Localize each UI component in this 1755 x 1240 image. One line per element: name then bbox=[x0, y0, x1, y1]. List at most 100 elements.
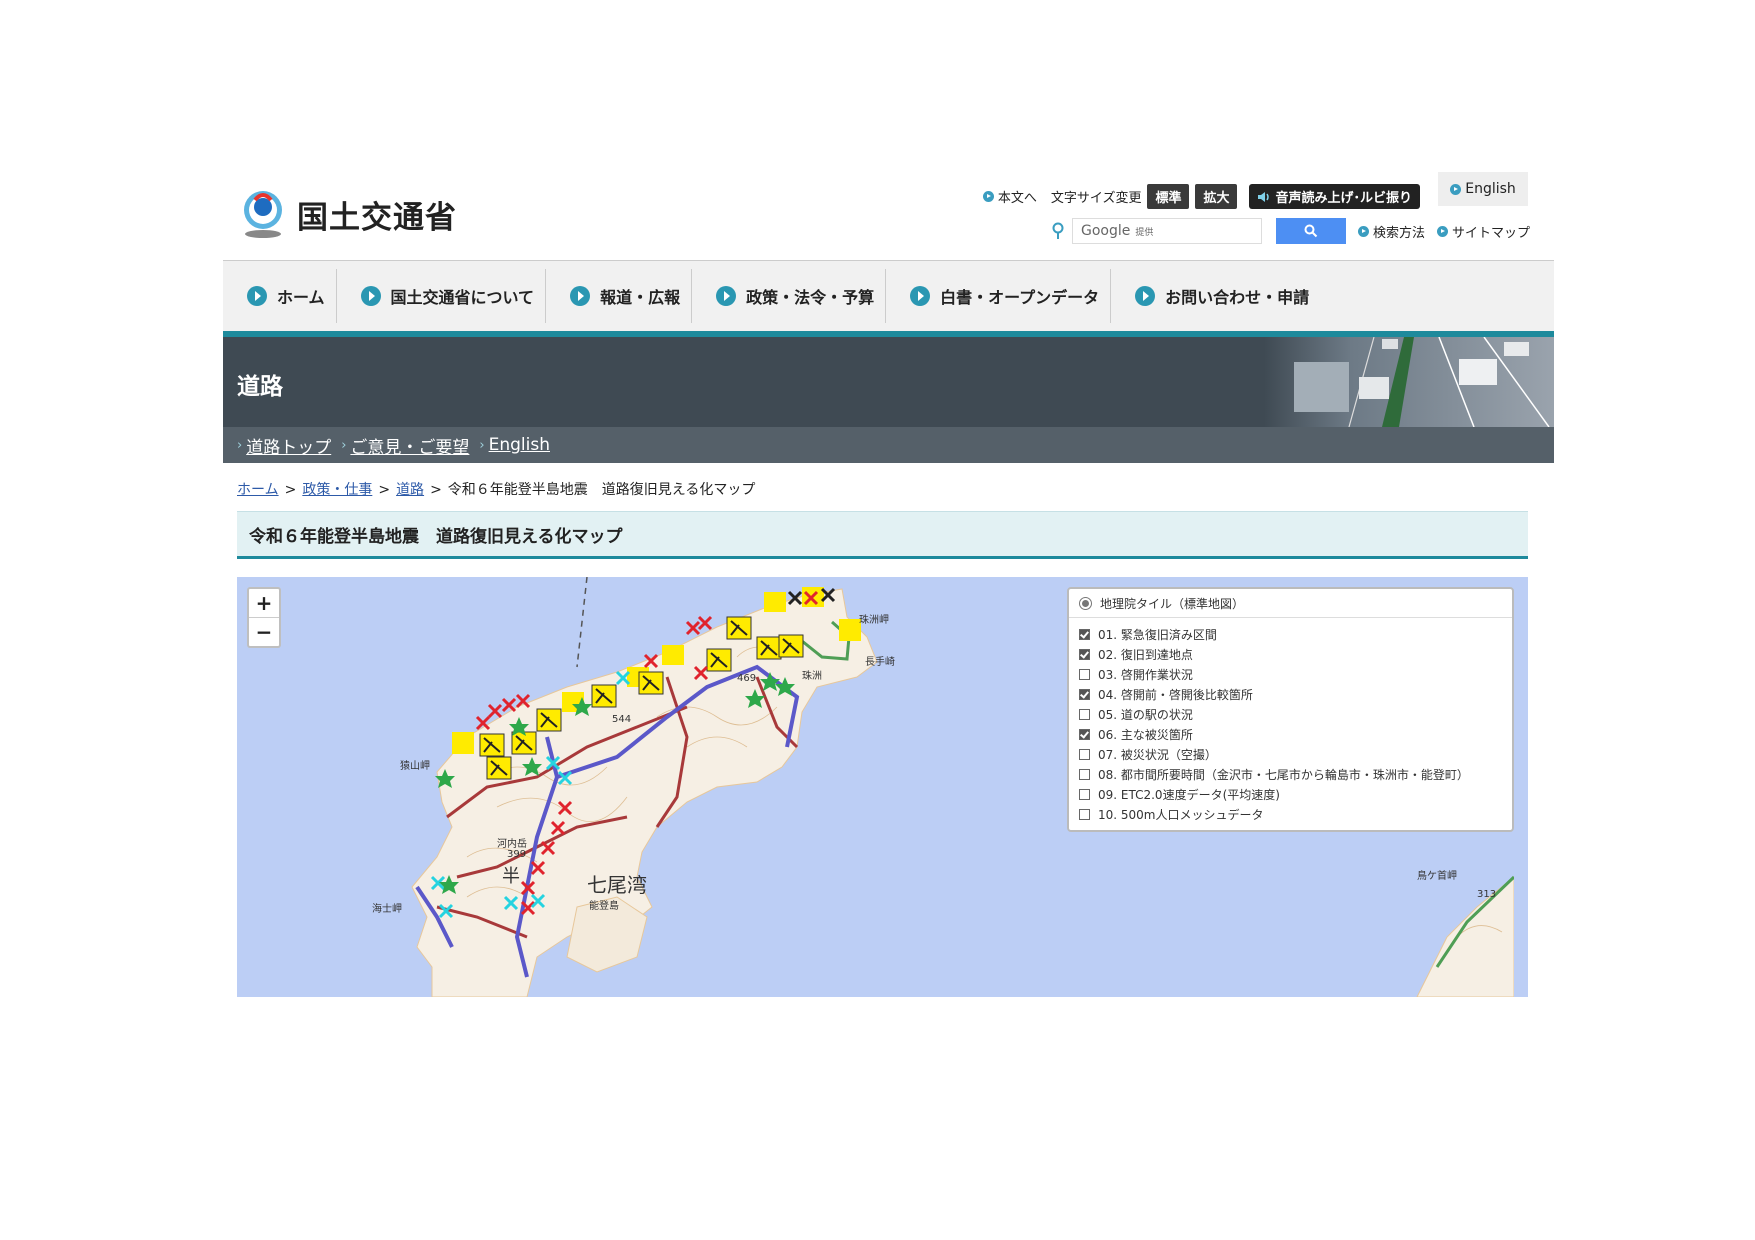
layer-item[interactable]: 06. 主な被災箇所 bbox=[1069, 724, 1512, 744]
map-label-saruyama-cape: 猿山岬 bbox=[400, 761, 430, 772]
restoration-marker bbox=[706, 648, 732, 672]
arrow-circle-icon bbox=[1357, 225, 1369, 237]
nav-item-press[interactable]: 報道・広報 bbox=[546, 269, 693, 323]
subnav-feedback[interactable]: ご意見・ご要望 bbox=[350, 433, 469, 458]
mlit-logo-icon bbox=[244, 191, 282, 238]
layer-checkbox[interactable] bbox=[1079, 768, 1090, 780]
layer-checkbox[interactable] bbox=[1079, 648, 1090, 660]
layer-checkbox[interactable] bbox=[1079, 728, 1090, 740]
map-label-suzu: 珠洲 bbox=[802, 671, 822, 682]
zoom-out-button[interactable]: − bbox=[249, 618, 279, 646]
map-label-elev-469: 469 bbox=[737, 673, 757, 684]
search-help-link[interactable]: 検索方法 bbox=[1357, 222, 1425, 241]
nav-item-whitepaper[interactable]: 白書・オープンデータ bbox=[886, 269, 1112, 323]
restoration-marker bbox=[486, 756, 512, 780]
chevron-right-icon: › bbox=[237, 437, 243, 453]
voice-reading-button[interactable]: 音声読み上げ･ルビ振り bbox=[1249, 184, 1420, 209]
search-input[interactable]: Google 提供 bbox=[1071, 218, 1262, 244]
layer-checkbox[interactable] bbox=[1079, 628, 1090, 640]
layer-item[interactable]: 02. 復旧到達地点 bbox=[1069, 644, 1512, 664]
base-layer-label: 地理院タイル（標準地図） bbox=[1100, 596, 1245, 611]
subnav-road-top[interactable]: 道路トップ bbox=[246, 433, 331, 458]
layer-item[interactable]: 01. 緊急復旧済み区間 bbox=[1069, 624, 1512, 644]
overlay-layer-list: 01. 緊急復旧済み区間 02. 復旧到達地点 03. 啓開作業状況 04. 啓… bbox=[1069, 618, 1512, 824]
layer-label: 10. 500m人口メッシュデータ bbox=[1098, 807, 1264, 822]
font-size-label: 文字サイズ変更 bbox=[1050, 191, 1142, 206]
map-label-nagate-cape: 長手崎 bbox=[865, 657, 895, 668]
breadcrumb-home[interactable]: ホーム bbox=[237, 482, 279, 498]
restoration-marker bbox=[452, 732, 474, 754]
layer-label: 03. 啓開作業状況 bbox=[1098, 667, 1193, 682]
road-recovery-map[interactable]: 珠洲岬 長手崎 珠洲 猿山岬 河内岳 399 海士岬 七尾湾 能登島 半 鳥ケ首… bbox=[237, 577, 1528, 997]
map-label-nanao-bay: 七尾湾 bbox=[587, 873, 647, 897]
search-button[interactable] bbox=[1275, 218, 1346, 244]
font-large-button[interactable]: 拡大 bbox=[1195, 184, 1238, 209]
restoration-marker bbox=[756, 636, 782, 660]
layer-checkbox[interactable] bbox=[1079, 688, 1090, 700]
layer-item[interactable]: 03. 啓開作業状況 bbox=[1069, 664, 1512, 684]
nav-item-contact[interactable]: お問い合わせ・申請 bbox=[1111, 269, 1320, 323]
restoration-marker bbox=[479, 733, 505, 757]
pin-icon bbox=[1052, 222, 1064, 239]
layer-item[interactable]: 05. 道の駅の状況 bbox=[1069, 704, 1512, 724]
breadcrumb: ホーム > 政策・仕事 > 道路 > 令和６年能登半島地震 道路復旧見える化マップ bbox=[237, 479, 1554, 499]
highway-photo bbox=[1264, 337, 1554, 427]
arrow-circle-icon bbox=[982, 191, 994, 202]
breadcrumb-policy[interactable]: 政策・仕事 bbox=[302, 482, 372, 498]
layer-label: 05. 道の駅の状況 bbox=[1098, 707, 1193, 722]
english-link[interactable]: English bbox=[1438, 172, 1528, 206]
nav-item-home[interactable]: ホーム bbox=[223, 269, 337, 323]
toyama-coast-land bbox=[1416, 876, 1514, 997]
damage-cross bbox=[501, 697, 517, 713]
subnav-english[interactable]: English bbox=[489, 435, 550, 455]
base-layer-option[interactable]: 地理院タイル（標準地図） bbox=[1069, 589, 1512, 618]
nav-item-about[interactable]: 国土交通省について bbox=[337, 269, 547, 323]
map-label-umishi-cape: 海士岬 bbox=[372, 904, 402, 915]
layer-item[interactable]: 04. 啓開前・啓開後比較箇所 bbox=[1069, 684, 1512, 704]
sitemap-link[interactable]: サイトマップ bbox=[1436, 222, 1530, 241]
radio-selected[interactable] bbox=[1079, 596, 1092, 610]
layer-checkbox[interactable] bbox=[1079, 808, 1090, 820]
layer-checkbox[interactable] bbox=[1079, 788, 1090, 800]
nav-label: 政策・法令・予算 bbox=[746, 288, 875, 307]
layer-checkbox[interactable] bbox=[1079, 748, 1090, 760]
restoration-marker bbox=[638, 671, 664, 695]
layer-label: 08. 都市間所要時間（金沢市・七尾市から輪島市・珠洲市・能登町） bbox=[1098, 767, 1469, 782]
restoration-marker bbox=[591, 684, 617, 708]
breadcrumb-separator: > bbox=[430, 482, 442, 498]
skip-to-content-link[interactable]: 本文へ bbox=[982, 187, 1037, 206]
chevron-right-icon: › bbox=[341, 437, 347, 453]
map-label-suzu-cape: 珠洲岬 bbox=[859, 615, 889, 626]
search-placeholder: Google bbox=[1080, 223, 1131, 239]
damage-cross bbox=[685, 620, 701, 636]
arrow-circle-icon bbox=[716, 286, 737, 306]
mlit-logo[interactable]: 国土交通省 bbox=[237, 188, 457, 240]
zoom-in-button[interactable]: + bbox=[249, 589, 279, 618]
map-label-notojima: 能登島 bbox=[589, 901, 619, 912]
section-banner: 道路 bbox=[223, 337, 1554, 427]
breadcrumb-road[interactable]: 道路 bbox=[396, 482, 424, 498]
nav-label: 白書・オープンデータ bbox=[940, 288, 1100, 307]
layer-item[interactable]: 07. 被災状況（空撮） bbox=[1069, 744, 1512, 764]
layer-item[interactable]: 10. 500m人口メッシュデータ bbox=[1069, 804, 1512, 824]
restoration-marker bbox=[726, 616, 752, 640]
layer-label: 04. 啓開前・啓開後比較箇所 bbox=[1098, 687, 1253, 702]
restoration-marker bbox=[839, 619, 861, 641]
search-icon bbox=[1304, 224, 1318, 238]
layer-item[interactable]: 08. 都市間所要時間（金沢市・七尾市から輪島市・珠洲市・能登町） bbox=[1069, 764, 1512, 784]
site-header: 国土交通省 本文へ 文字サイズ変更 標準 拡大 音声読み上げ･ルビ振り Engl… bbox=[223, 172, 1554, 260]
chevron-right-icon: › bbox=[479, 437, 485, 453]
damage-cross bbox=[487, 703, 503, 719]
layer-checkbox[interactable] bbox=[1079, 708, 1090, 720]
search-bar: Google 提供 検索方法 サイトマップ bbox=[1052, 218, 1530, 244]
zoom-control: + − bbox=[247, 587, 281, 648]
arrow-circle-icon bbox=[1436, 225, 1448, 237]
map-label-kawachi: 河内岳 bbox=[497, 839, 527, 850]
layer-item[interactable]: 09. ETC2.0速度データ(平均速度) bbox=[1069, 784, 1512, 804]
font-standard-button[interactable]: 標準 bbox=[1147, 184, 1190, 209]
sitemap-label: サイトマップ bbox=[1451, 225, 1530, 241]
nav-item-policy[interactable]: 政策・法令・予算 bbox=[692, 269, 887, 323]
restoration-marker bbox=[511, 731, 537, 755]
layer-checkbox[interactable] bbox=[1079, 668, 1090, 680]
page: 国土交通省 本文へ 文字サイズ変更 標準 拡大 音声読み上げ･ルビ振り Engl… bbox=[223, 172, 1554, 997]
